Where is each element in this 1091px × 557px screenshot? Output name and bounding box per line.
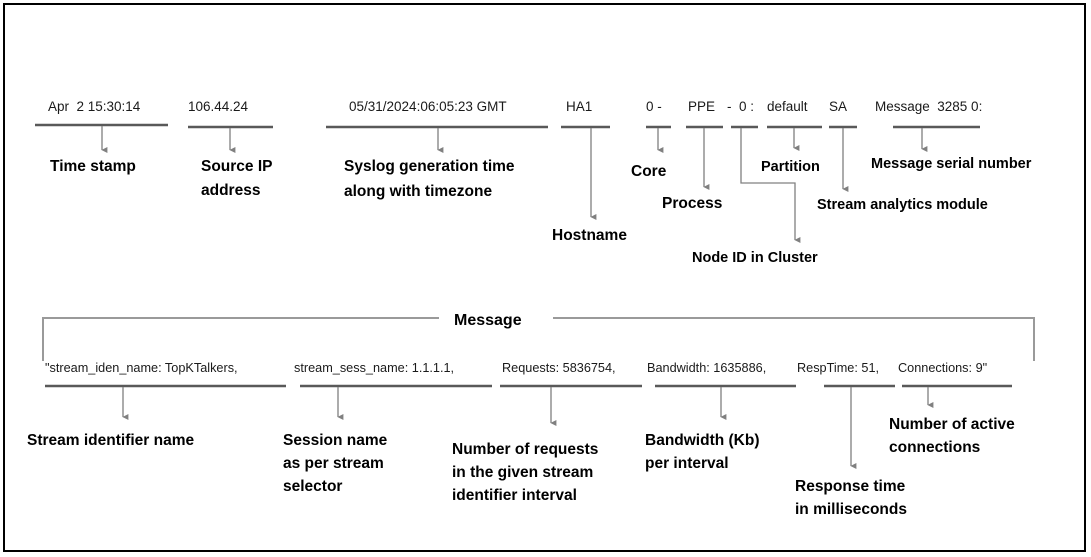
msg-field-requests: Requests: 5836754,	[502, 361, 616, 375]
label-syslog-time-line2: along with timezone	[344, 183, 492, 200]
label-stream-identifier-name: Stream identifier name	[27, 432, 194, 449]
label-syslog-time-line1: Syslog generation time	[344, 158, 515, 175]
syslog-format-diagram: Apr 2 15:30:14 106.44.24 05/31/2024:06:0…	[27, 99, 1035, 518]
log-token-syslog-time: 05/31/2024:06:05:23 GMT	[349, 99, 507, 114]
label-hostname: Hostname	[552, 227, 627, 244]
log-token-partition: default	[767, 99, 808, 114]
bracket-right	[553, 317, 1035, 361]
label-stream-analytics-module: Stream analytics module	[817, 197, 988, 213]
label-process: Process	[662, 195, 722, 212]
bracket-label-message: Message	[454, 312, 522, 329]
label-requests-line1: Number of requests	[452, 441, 598, 458]
label-partition: Partition	[761, 159, 820, 175]
label-session-name-line1: Session name	[283, 432, 388, 449]
log-token-node-id: 0 :	[739, 99, 754, 114]
msg-field-stream-sess-name: stream_sess_name: 1.1.1.1,	[294, 361, 454, 375]
label-session-name-line3: selector	[283, 478, 342, 495]
message-payload-line: "stream_iden_name: TopKTalkers, stream_s…	[45, 361, 987, 375]
log-token-source-ip: 106.44.24	[188, 99, 249, 114]
diagram-frame: Apr 2 15:30:14 106.44.24 05/31/2024:06:0…	[3, 3, 1086, 552]
label-node-id-in-cluster: Node ID in Cluster	[692, 250, 818, 266]
bracket-left	[42, 317, 439, 361]
log-token-process: PPE	[688, 99, 715, 114]
msg-field-bandwidth: Bandwidth: 1635886,	[647, 361, 766, 375]
label-source-ip-line2: address	[201, 182, 260, 199]
log-token-dash: -	[727, 99, 732, 114]
label-source-ip-line1: Source IP	[201, 158, 273, 175]
header-annotations: Time stamp Source IP address Syslog gene…	[50, 156, 1032, 266]
label-message-serial-number: Message serial number	[871, 156, 1032, 172]
label-time-stamp: Time stamp	[50, 158, 136, 175]
label-connections-line2: connections	[889, 439, 980, 456]
msg-field-resptime: RespTime: 51,	[797, 361, 879, 375]
label-session-name-line2: as per stream	[283, 455, 384, 472]
log-token-timestamp: Apr 2 15:30:14	[48, 99, 141, 114]
log-token-sa-module: SA	[829, 99, 847, 114]
label-core: Core	[631, 163, 667, 180]
label-resptime-line1: Response time	[795, 478, 906, 495]
leader-node-id	[740, 128, 801, 243]
message-annotations: Stream identifier name Session name as p…	[27, 416, 1015, 518]
message-bracket: Message	[42, 312, 1035, 361]
label-bandwidth-line1: Bandwidth (Kb)	[645, 432, 760, 449]
label-requests-line3: identifier interval	[452, 487, 577, 504]
header-underlines	[35, 123, 980, 129]
label-resptime-line2: in milliseconds	[795, 501, 907, 518]
msg-field-connections: Connections: 9"	[898, 361, 987, 375]
label-bandwidth-line2: per interval	[645, 455, 729, 472]
label-connections-line1: Number of active	[889, 416, 1015, 433]
log-token-hostname: HA1	[566, 99, 592, 114]
label-requests-line2: in the given stream	[452, 464, 593, 481]
log-token-message-serial: Message 3285 0:	[875, 99, 982, 114]
header-log-line: Apr 2 15:30:14 106.44.24 05/31/2024:06:0…	[48, 99, 982, 114]
msg-field-stream-iden-name: "stream_iden_name: TopKTalkers,	[45, 361, 238, 375]
log-token-core: 0 -	[646, 99, 662, 114]
